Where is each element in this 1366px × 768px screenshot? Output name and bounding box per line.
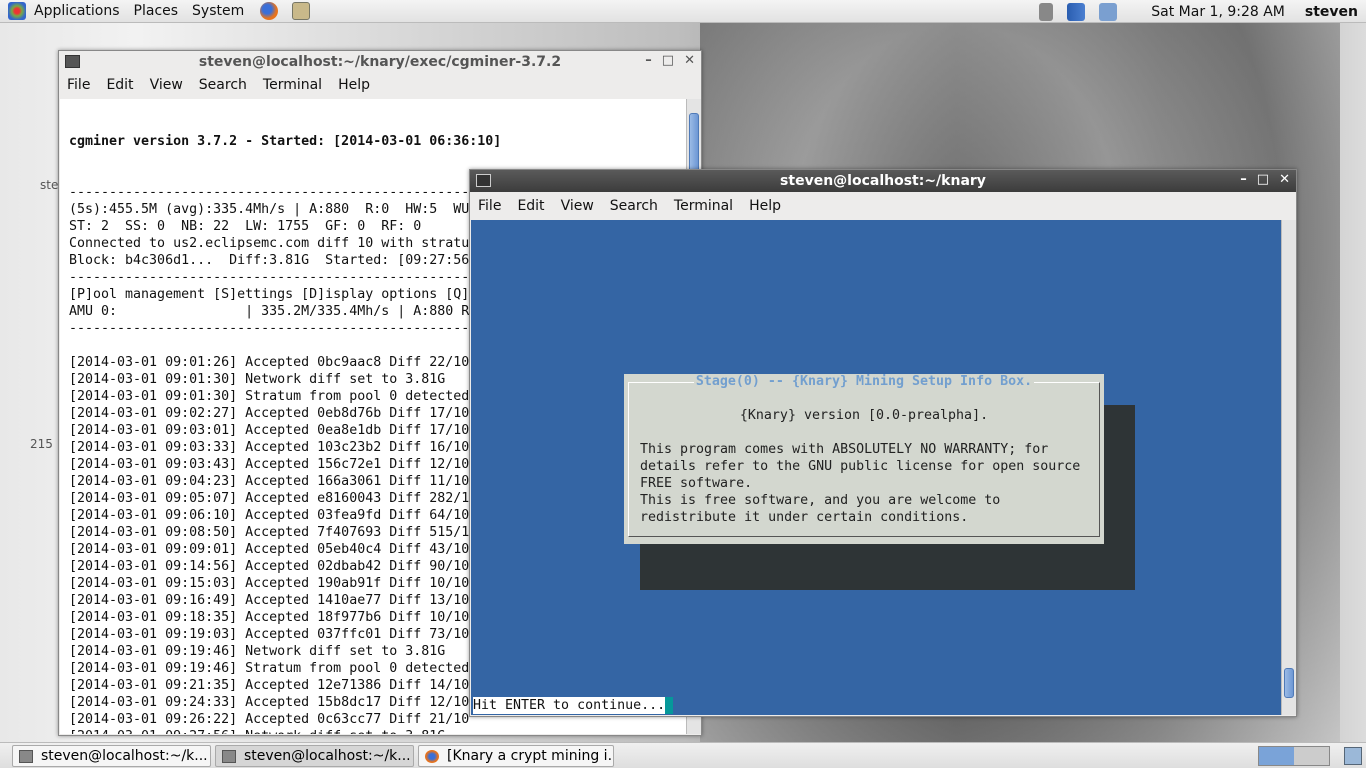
terminal-icon — [65, 55, 80, 68]
battery-icon[interactable] — [1099, 2, 1118, 21]
task-knary-terminal[interactable]: steven@localhost:~/k... — [215, 745, 414, 767]
menu-search[interactable]: Search — [602, 198, 666, 214]
desktop-label: 215 — [30, 437, 53, 451]
log-line: [2014-03-01 09:27:56] Network diff set t… — [69, 728, 686, 734]
menu-places[interactable]: Places — [134, 3, 179, 19]
task-cgminer-terminal[interactable]: steven@localhost:~/k... — [12, 745, 211, 767]
title-bar[interactable]: steven@localhost:~/knary/exec/cgminer-3.… — [59, 51, 701, 73]
close-button[interactable]: ✕ — [1279, 172, 1290, 187]
gnome-foot-icon — [8, 2, 26, 20]
menu-file[interactable]: File — [59, 77, 98, 93]
cgminer-header: cgminer version 3.7.2 - Started: [2014-0… — [69, 134, 502, 149]
terminal-icon — [19, 749, 33, 763]
menu-applications[interactable]: Applications — [34, 3, 120, 19]
menu-help[interactable]: Help — [741, 198, 789, 214]
window-title: steven@localhost:~/knary — [780, 173, 986, 189]
dialog-body-line: FREE software. — [640, 476, 753, 491]
menu-system[interactable]: System — [192, 3, 244, 19]
menu-edit[interactable]: Edit — [509, 198, 552, 214]
dialog-body-line: redistribute it under certain conditions… — [640, 510, 969, 525]
volume-icon[interactable] — [1039, 2, 1054, 21]
terminal-output[interactable]: Stage(0) -- {Knary} Mining Setup Info Bo… — [471, 220, 1281, 715]
notes-launcher-icon[interactable] — [292, 2, 311, 20]
cursor — [665, 697, 673, 714]
clock[interactable]: Sat Mar 1, 9:28 AM — [1151, 4, 1285, 20]
maximize-button[interactable]: □ — [1257, 172, 1269, 187]
menu-terminal[interactable]: Terminal — [666, 198, 741, 214]
workspace-switcher[interactable] — [1258, 746, 1330, 766]
desktop-label: ste — [40, 178, 59, 192]
menu-search[interactable]: Search — [191, 77, 255, 93]
info-dialog: Stage(0) -- {Knary} Mining Setup Info Bo… — [624, 374, 1104, 544]
dialog-body-line: This is free software, and you are welco… — [640, 493, 1001, 508]
menu-edit[interactable]: Edit — [98, 77, 141, 93]
menu-bar: File Edit View Search Terminal Help — [59, 73, 701, 97]
menu-view[interactable]: View — [553, 198, 602, 214]
firefox-icon — [425, 749, 439, 763]
menu-help[interactable]: Help — [330, 77, 378, 93]
menu-file[interactable]: File — [470, 198, 509, 214]
task-firefox[interactable]: [Knary a crypt mining i... — [418, 745, 614, 767]
dialog-title: Stage(0) -- {Knary} Mining Setup Info Bo… — [693, 374, 1035, 389]
network-icon[interactable] — [1067, 2, 1086, 21]
title-bar[interactable]: steven@localhost:~/knary – □ ✕ — [470, 170, 1296, 192]
top-panel: Applications Places System Sat Mar 1, 9:… — [0, 0, 1366, 23]
scrollbar-thumb[interactable] — [1284, 668, 1294, 698]
scrollbar[interactable] — [1281, 220, 1296, 715]
firefox-launcher-icon[interactable] — [260, 2, 279, 20]
minimize-button[interactable]: – — [645, 53, 652, 68]
maximize-button[interactable]: □ — [662, 53, 674, 68]
continue-prompt: Hit ENTER to continue... — [473, 697, 666, 714]
trash-icon[interactable] — [1344, 747, 1362, 765]
scrollbar-thumb[interactable] — [689, 113, 699, 173]
menu-view[interactable]: View — [142, 77, 191, 93]
knary-terminal-window: steven@localhost:~/knary – □ ✕ File Edit V… — [469, 169, 1297, 717]
menu-bar: File Edit View Search Terminal Help — [470, 194, 1296, 218]
window-title: steven@localhost:~/knary/exec/cgminer-3.… — [198, 54, 562, 70]
dialog-body-line: details refer to the GNU public license … — [640, 459, 1081, 474]
terminal-icon — [222, 749, 236, 763]
dialog-version: {Knary} version [0.0-prealpha]. — [739, 408, 989, 423]
taskbar: steven@localhost:~/k... steven@localhost… — [0, 742, 1366, 768]
terminal-icon — [476, 174, 491, 187]
dialog-body-line: This program comes with ABSOLUTELY NO WA… — [640, 442, 1049, 457]
minimize-button[interactable]: – — [1240, 172, 1247, 187]
menu-terminal[interactable]: Terminal — [255, 77, 330, 93]
user-menu[interactable]: steven — [1305, 4, 1358, 20]
close-button[interactable]: ✕ — [684, 53, 695, 68]
